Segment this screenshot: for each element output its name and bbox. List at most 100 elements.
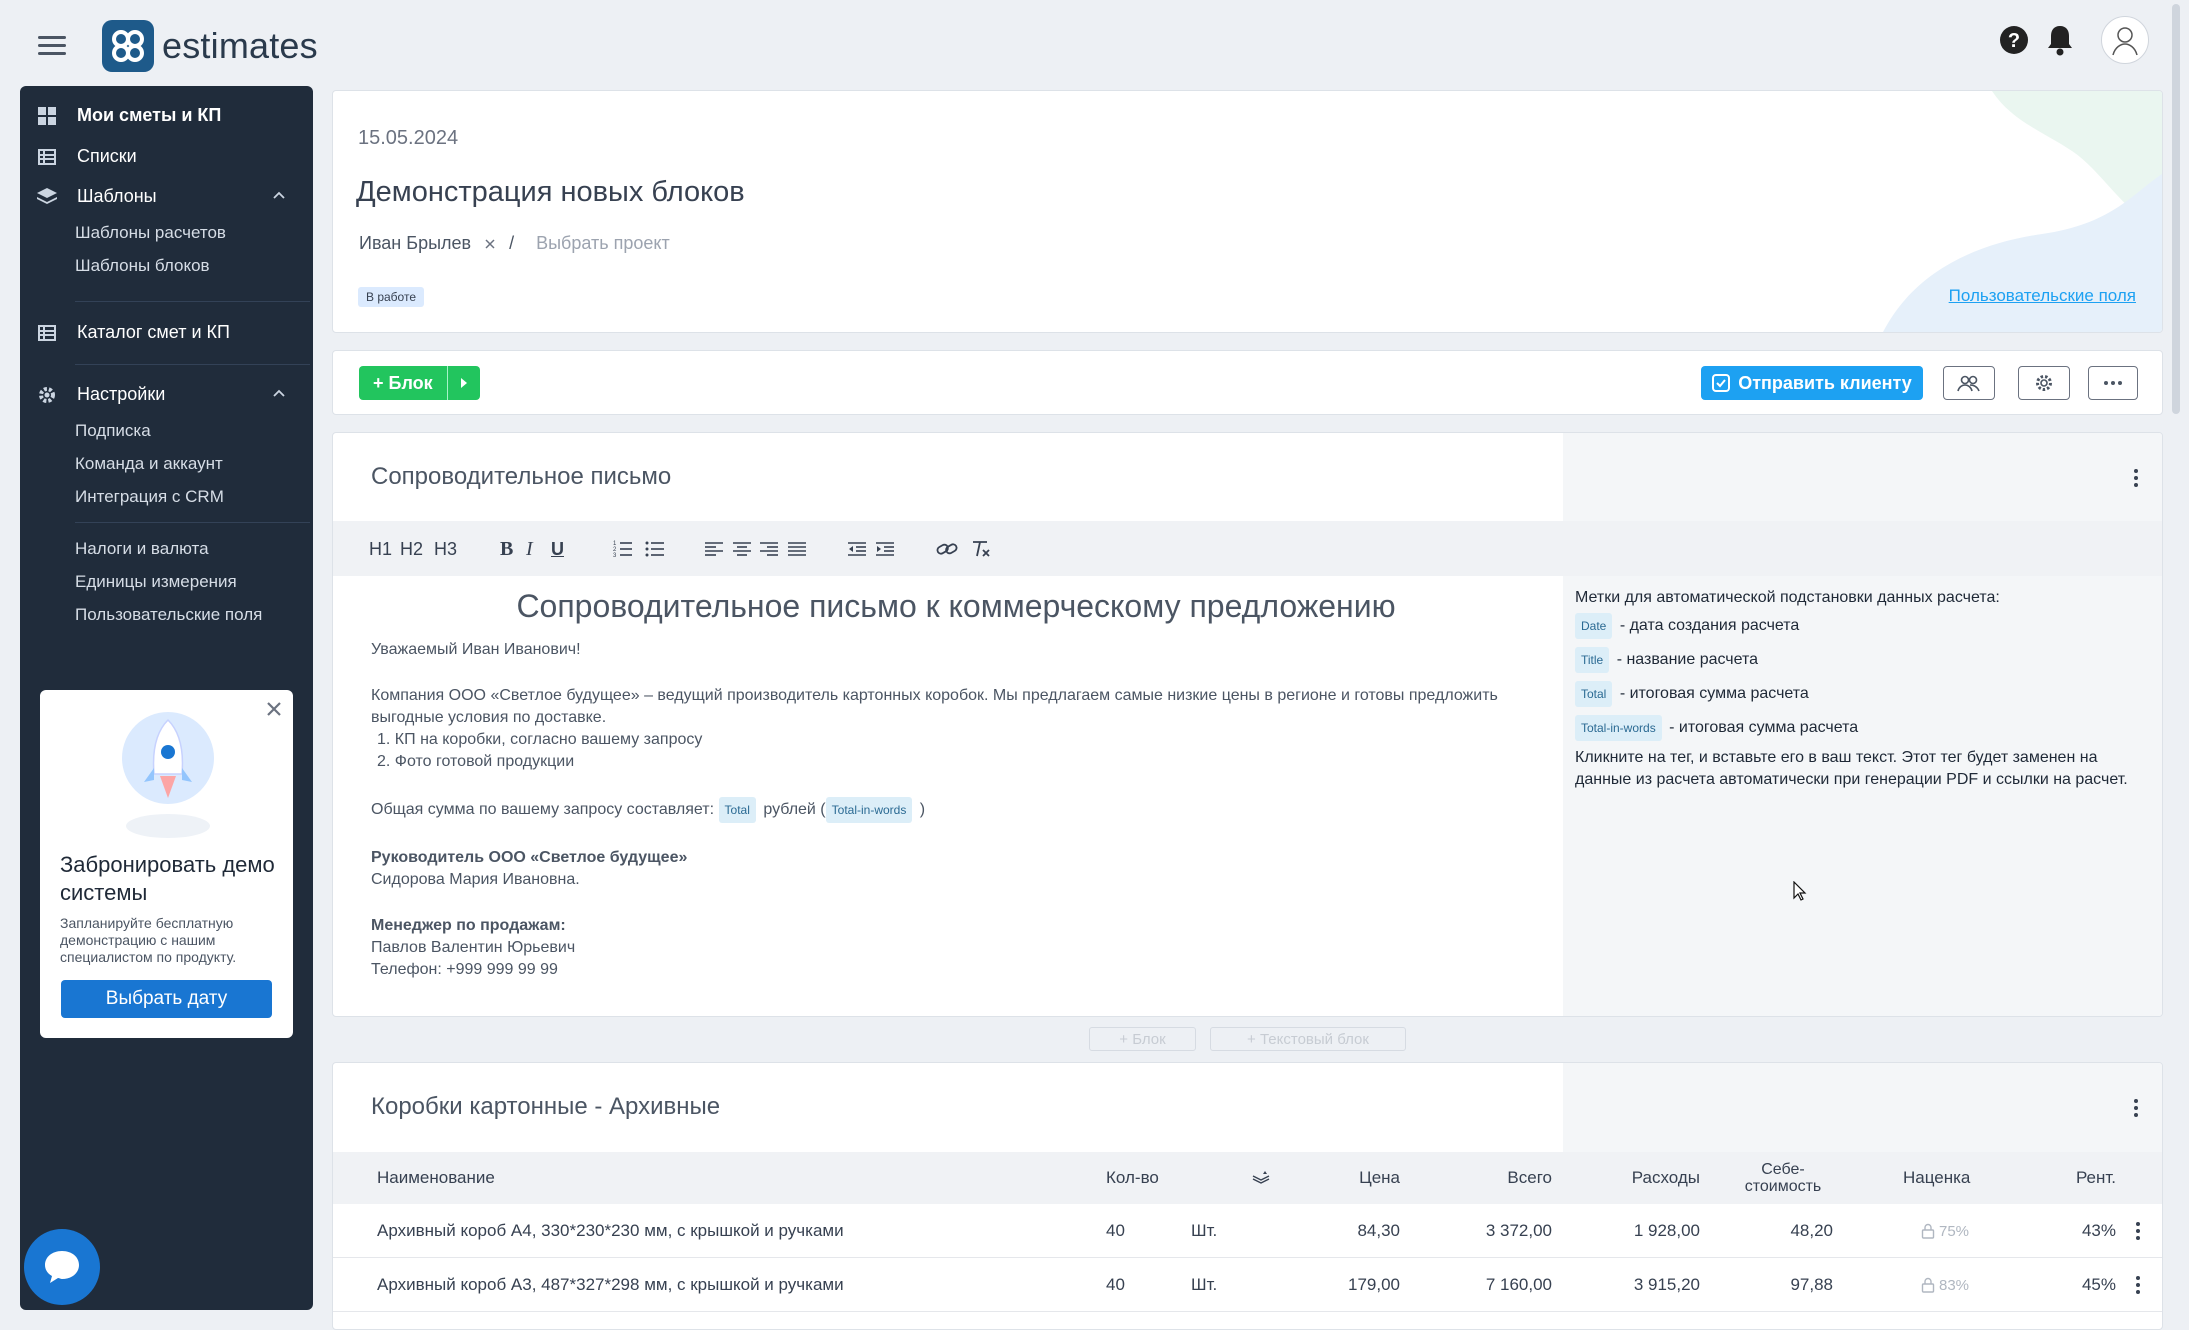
sidebar-item-catalog[interactable]: Каталог смет и КП [37, 322, 230, 343]
row-price[interactable]: 179,00 [1333, 1258, 1400, 1312]
project-select[interactable]: Выбрать проект [536, 233, 670, 254]
row-cost[interactable]: 97,88 [1733, 1258, 1833, 1312]
row-menu-icon[interactable] [2136, 1276, 2140, 1294]
settings-button[interactable] [2018, 366, 2070, 400]
custom-fields-link[interactable]: Пользовательские поля [1949, 286, 2136, 306]
insert-text-block-button[interactable]: + Текстовый блок [1210, 1027, 1406, 1051]
sidebar-sub-custom-fields[interactable]: Пользовательские поля [75, 605, 262, 625]
tag-chip[interactable]: Total-in-words [825, 797, 913, 823]
h1-button[interactable]: H1 [369, 538, 392, 560]
row-expenses[interactable]: 3 915,20 [1563, 1258, 1700, 1312]
row-profit[interactable]: 45% [2033, 1258, 2116, 1312]
director-title: Руководитель ООО «Светлое будущее» [371, 849, 688, 866]
status-badge[interactable]: В работе [358, 287, 425, 307]
tag-chip[interactable]: Total [1575, 681, 1613, 707]
close-icon[interactable] [265, 700, 283, 718]
block-menu-icon[interactable] [2134, 469, 2138, 487]
add-block-button[interactable]: + Блок [359, 366, 480, 400]
row-unit[interactable]: Шт. [1191, 1258, 1217, 1312]
row-unit[interactable]: Шт. [1191, 1204, 1217, 1258]
bell-icon[interactable] [2045, 24, 2075, 56]
block-title[interactable]: Сопроводительное письмо [371, 463, 671, 491]
chevron-up-icon[interactable] [273, 388, 285, 400]
row-markup[interactable]: 83% [1921, 1258, 1969, 1312]
col-name[interactable]: Наименование [377, 1152, 495, 1204]
tag-chip[interactable]: Total-in-words [1575, 715, 1662, 741]
sidebar-sub-taxes[interactable]: Налоги и валюта [75, 539, 209, 559]
team-button[interactable] [1943, 366, 1995, 400]
outdent-icon[interactable] [848, 538, 866, 560]
align-right-icon[interactable] [760, 538, 778, 560]
col-unit[interactable] [1251, 1152, 1271, 1204]
sidebar-item-templates[interactable]: Шаблоны [37, 186, 307, 207]
align-center-icon[interactable] [733, 538, 751, 560]
align-left-icon[interactable] [705, 538, 723, 560]
col-cost[interactable]: Себе- стоимость [1733, 1152, 1833, 1204]
table-row[interactable]: Архивный короб А3, 487*327*298 мм, с кры… [333, 1258, 2162, 1312]
sidebar-sub-calc-templates[interactable]: Шаблоны расчетов [75, 223, 226, 243]
block-title[interactable]: Коробки картонные - Архивные [371, 1093, 720, 1121]
sidebar-item-my-estimates[interactable]: Мои сметы и КП [37, 105, 221, 126]
col-profit[interactable]: Рент. [2033, 1152, 2116, 1204]
help-icon[interactable]: ? [1999, 25, 2029, 55]
block-menu-icon[interactable] [2134, 1099, 2138, 1117]
link-icon[interactable] [936, 538, 958, 560]
row-name[interactable]: Архивный короб А4, 330*230*230 мм, с кры… [377, 1204, 844, 1258]
align-justify-icon[interactable] [788, 538, 806, 560]
estimate-title[interactable]: Демонстрация новых блоков [356, 176, 745, 209]
row-expenses[interactable]: 1 928,00 [1563, 1204, 1700, 1258]
send-to-client-button[interactable]: Отправить клиенту [1701, 366, 1923, 400]
app-logo[interactable]: estimates [102, 20, 318, 72]
row-total[interactable]: 7 160,00 [1433, 1258, 1552, 1312]
items-block: Коробки картонные - Архивные Наименовани… [332, 1062, 2163, 1330]
choose-date-button[interactable]: Выбрать дату [61, 980, 272, 1018]
row-name[interactable]: Архивный короб А3, 487*327*298 мм, с кры… [377, 1258, 844, 1312]
sidebar-sub-subscription[interactable]: Подписка [75, 421, 151, 441]
row-total[interactable]: 3 372,00 [1433, 1204, 1552, 1258]
more-button[interactable] [2088, 366, 2138, 400]
remove-client-icon[interactable] [485, 238, 495, 249]
underline-icon[interactable]: U [551, 538, 564, 560]
col-price[interactable]: Цена [1333, 1152, 1400, 1204]
indent-icon[interactable] [876, 538, 894, 560]
col-total[interactable]: Всего [1433, 1152, 1552, 1204]
chevron-up-icon[interactable] [273, 190, 285, 202]
row-profit[interactable]: 43% [2033, 1204, 2116, 1258]
col-cost-line2: стоимость [1744, 1178, 1822, 1195]
row-markup[interactable]: 75% [1921, 1204, 1969, 1258]
chat-button[interactable] [24, 1229, 100, 1305]
sidebar-sub-crm[interactable]: Интеграция с CRM [75, 487, 224, 507]
bullet-list-icon[interactable] [645, 538, 665, 560]
row-qty[interactable]: 40 [1106, 1258, 1125, 1312]
row-price[interactable]: 84,30 [1333, 1204, 1400, 1258]
sidebar-item-lists[interactable]: Списки [37, 146, 137, 167]
col-markup[interactable]: Наценка [1903, 1152, 1970, 1204]
italic-icon[interactable]: I [526, 538, 533, 560]
insert-block-button[interactable]: + Блок [1089, 1027, 1196, 1051]
row-qty[interactable]: 40 [1106, 1204, 1125, 1258]
ordered-list-icon[interactable]: 123 [613, 538, 633, 560]
sidebar-sub-team[interactable]: Команда и аккаунт [75, 454, 223, 474]
sidebar-sub-units[interactable]: Единицы измерения [75, 572, 237, 592]
menu-icon[interactable] [38, 36, 66, 56]
sidebar-item-settings[interactable]: Настройки [37, 384, 307, 405]
page-scrollbar[interactable] [2172, 4, 2180, 414]
col-expenses[interactable]: Расходы [1563, 1152, 1700, 1204]
tag-chip[interactable]: Total [718, 797, 756, 823]
table-row[interactable]: Архивный короб А4, 330*230*230 мм, с кры… [333, 1204, 2162, 1258]
avatar[interactable] [2101, 16, 2149, 64]
tag-chip[interactable]: Date [1575, 613, 1613, 639]
h2-button[interactable]: H2 [400, 538, 423, 560]
h3-button[interactable]: H3 [434, 538, 457, 560]
sidebar-sub-block-templates[interactable]: Шаблоны блоков [75, 256, 210, 276]
clear-format-icon[interactable] [971, 538, 991, 560]
letter-body[interactable]: Сопроводительное письмо к коммерческому … [371, 588, 1541, 981]
row-menu-icon[interactable] [2136, 1222, 2140, 1240]
bold-icon[interactable]: B [500, 538, 513, 560]
client-name[interactable]: Иван Брылев [359, 233, 471, 254]
col-qty[interactable]: Кол-во [1106, 1152, 1159, 1204]
rocket-illustration [122, 712, 214, 838]
row-cost[interactable]: 48,20 [1733, 1204, 1833, 1258]
tag-chip[interactable]: Title [1575, 647, 1610, 673]
caret-right-icon[interactable] [460, 377, 468, 389]
